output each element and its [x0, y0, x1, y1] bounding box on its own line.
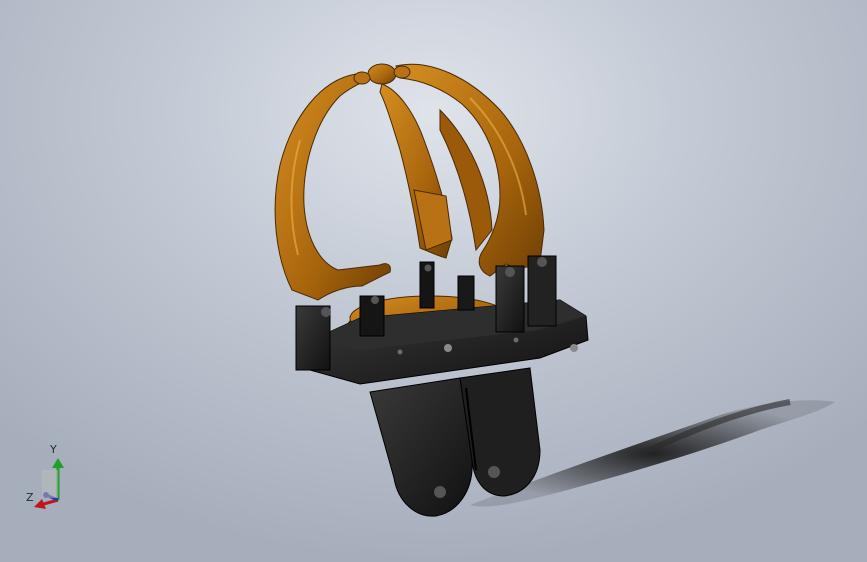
3d-viewport[interactable]: Y Z — [0, 0, 867, 562]
top-joint[interactable] — [353, 63, 411, 85]
gripper-model[interactable] — [0, 0, 867, 562]
finger-left[interactable] — [274, 73, 391, 301]
y-axis-label: Y — [50, 443, 57, 456]
lower-bracket[interactable] — [369, 367, 541, 517]
finger-middle[interactable] — [379, 83, 453, 259]
z-axis-label: Z — [26, 491, 34, 504]
